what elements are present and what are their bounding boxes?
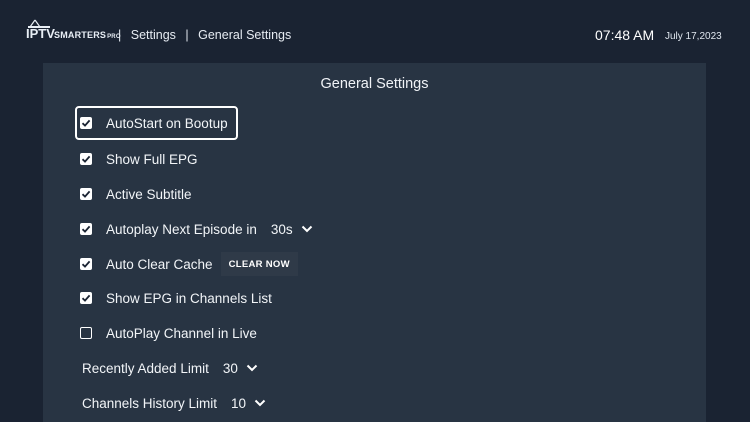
option-show-epg-channels[interactable]: Show EPG in Channels List [75,283,272,313]
breadcrumb: | Settings | General Settings [118,27,297,43]
checkbox-unchecked-icon[interactable] [80,327,92,339]
recently-added-limit-select[interactable]: 30 [223,361,258,376]
option-active-subtitle[interactable]: Active Subtitle [75,179,192,209]
checkbox-checked-icon[interactable] [80,292,92,304]
option-autoplay-channel-live[interactable]: AutoPlay Channel in Live [75,318,257,348]
app-logo: IPTV SMARTERSPRO [26,18,121,52]
breadcrumb-separator: | [118,28,122,42]
top-bar: IPTV SMARTERSPRO | Settings | General Se… [0,0,750,62]
option-label: Active Subtitle [106,186,192,202]
panel-title: General Settings [320,76,429,92]
logo-iptv-text: IPTV [26,26,55,41]
option-label: Show EPG in Channels List [106,290,272,306]
option-label: Autoplay Next Episode in [106,221,257,237]
autoplay-delay-select[interactable]: 30s [271,222,313,237]
select-value: 30 [222,360,238,376]
option-show-full-epg[interactable]: Show Full EPG [75,144,198,174]
logo-smarters-text: SMARTERSPRO [54,30,121,40]
option-auto-clear-cache[interactable]: Auto Clear Cache CLEAR NOW [75,249,298,279]
checkbox-checked-icon[interactable] [80,188,92,200]
select-value: 10 [231,395,247,411]
breadcrumb-settings[interactable]: Settings [131,27,176,43]
option-autostart-bootup[interactable]: AutoStart on Bootup [75,106,238,140]
clock-date: July 17,2023 [665,31,722,42]
clear-now-button[interactable]: CLEAR NOW [220,252,298,276]
option-autoplay-next-episode[interactable]: Autoplay Next Episode in 30s [75,214,313,244]
chevron-down-icon [254,399,266,407]
channels-history-limit-select[interactable]: 10 [231,396,266,411]
limit-label: Channels History Limit [82,395,218,411]
select-value: 30s [270,221,293,237]
option-label: AutoStart on Bootup [106,115,228,131]
chevron-down-icon [301,225,312,233]
option-label: Auto Clear Cache [106,256,213,272]
channels-history-limit[interactable]: Channels History Limit 10 [82,388,266,418]
checkbox-checked-icon[interactable] [80,117,92,129]
breadcrumb-separator: | [185,28,189,42]
checkbox-checked-icon[interactable] [80,223,92,235]
limit-label: Recently Added Limit [82,360,209,376]
checkbox-checked-icon[interactable] [80,153,92,165]
option-label: Show Full EPG [106,151,198,167]
chevron-down-icon [246,364,258,372]
breadcrumb-general-settings: General Settings [198,28,292,42]
checkbox-checked-icon[interactable] [80,258,92,270]
general-settings-panel: General Settings AutoStart on Bootup Sho… [43,63,706,422]
option-label: AutoPlay Channel in Live [106,325,257,341]
recently-added-limit[interactable]: Recently Added Limit 30 [82,353,258,383]
clock-time: 07:48 AM [595,27,655,43]
